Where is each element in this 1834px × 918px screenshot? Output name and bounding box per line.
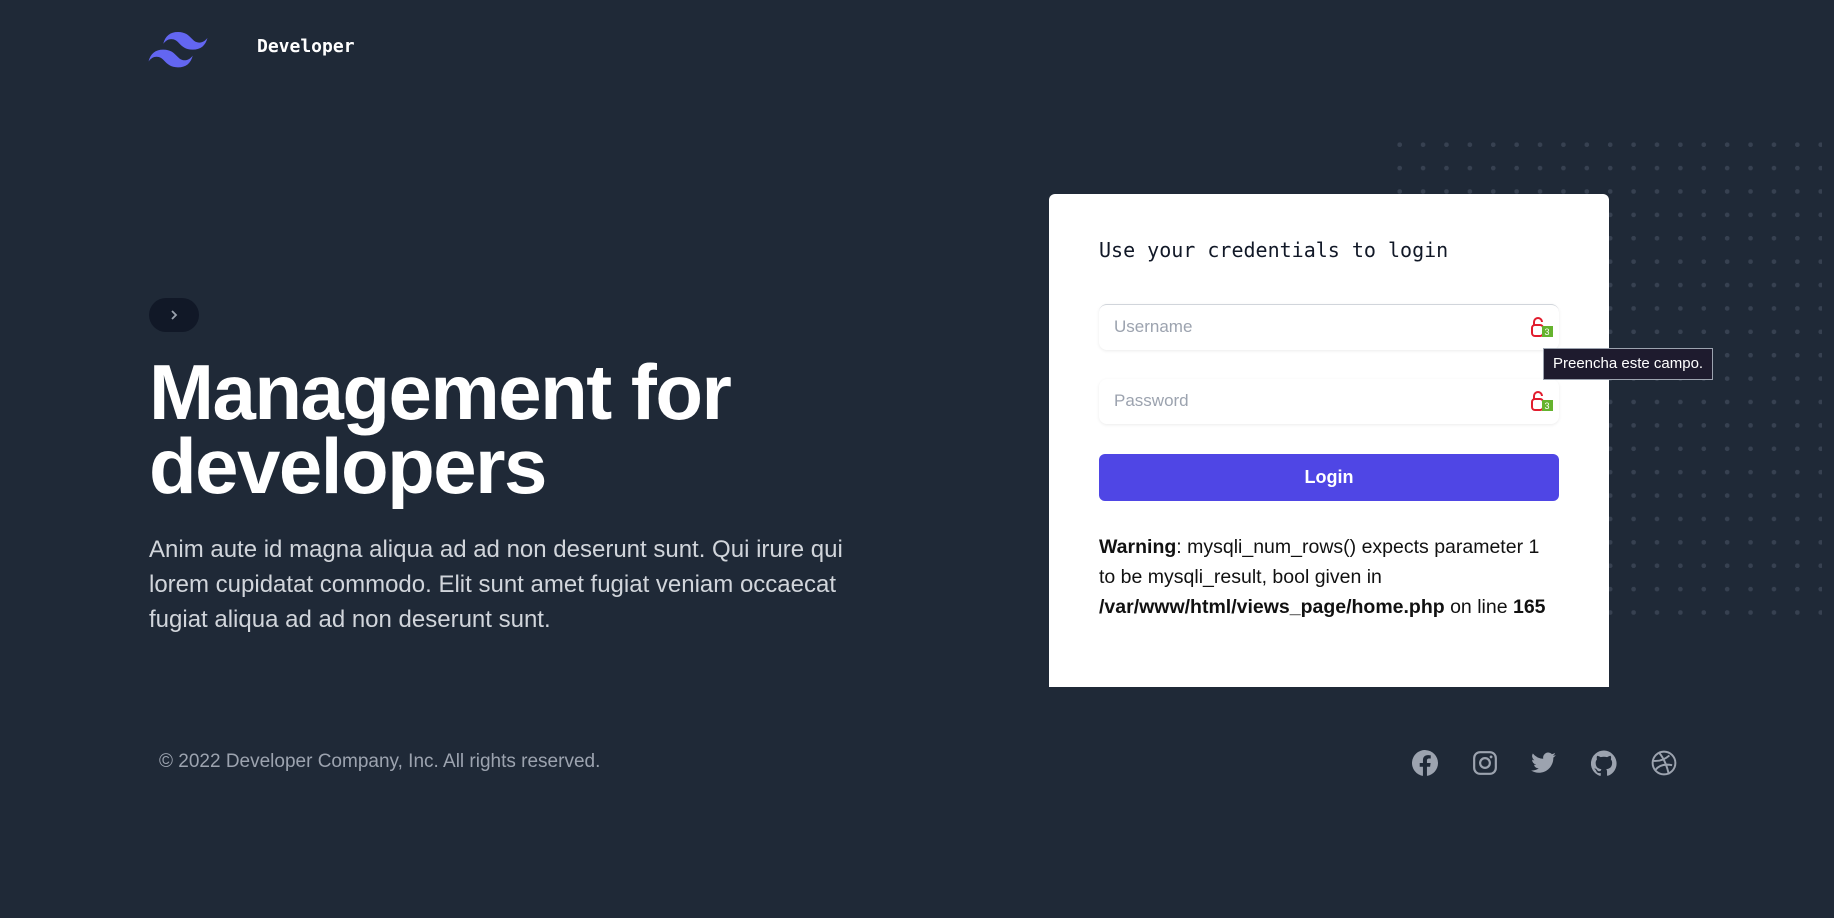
warning-line: 165 xyxy=(1512,596,1546,618)
password-manager-lock-icon[interactable]: 3 xyxy=(1531,316,1555,338)
twitter-icon[interactable] xyxy=(1531,750,1557,776)
username-field: 3 xyxy=(1099,304,1559,350)
dribbble-icon[interactable] xyxy=(1651,750,1677,776)
warning-on-line: on line xyxy=(1444,596,1513,618)
instagram-icon[interactable] xyxy=(1472,750,1498,776)
svg-text:3: 3 xyxy=(1545,327,1550,337)
hero-description: Anim aute id magna aliqua ad ad non dese… xyxy=(149,536,843,633)
facebook-icon[interactable] xyxy=(1412,750,1438,776)
warning-label: Warning xyxy=(1099,536,1177,558)
chevron-right-icon xyxy=(171,310,178,320)
chevron-button[interactable] xyxy=(149,298,199,332)
login-title: Use your credentials to login xyxy=(1099,238,1449,262)
password-manager-lock-icon[interactable]: 3 xyxy=(1531,390,1555,412)
login-button[interactable]: Login xyxy=(1099,454,1559,501)
username-input[interactable] xyxy=(1099,305,1529,348)
validation-tooltip: Preencha este campo. xyxy=(1543,348,1714,380)
github-icon[interactable] xyxy=(1591,750,1617,776)
login-card: Use your credentials to login 3 3 Login … xyxy=(1049,194,1609,687)
brand-name[interactable]: Developer xyxy=(257,36,355,57)
copyright: © 2022 Developer Company, Inc. All right… xyxy=(159,751,601,772)
php-warning: Warning: mysqli_num_rows() expects param… xyxy=(1099,532,1549,622)
page-title: Management for developers xyxy=(149,348,732,510)
password-input[interactable] xyxy=(1099,379,1529,422)
warning-file: /var/www/html/views_page/home.php xyxy=(1099,596,1445,618)
password-field: 3 xyxy=(1099,379,1559,424)
logo-icon xyxy=(148,32,208,68)
svg-text:3: 3 xyxy=(1545,401,1550,411)
